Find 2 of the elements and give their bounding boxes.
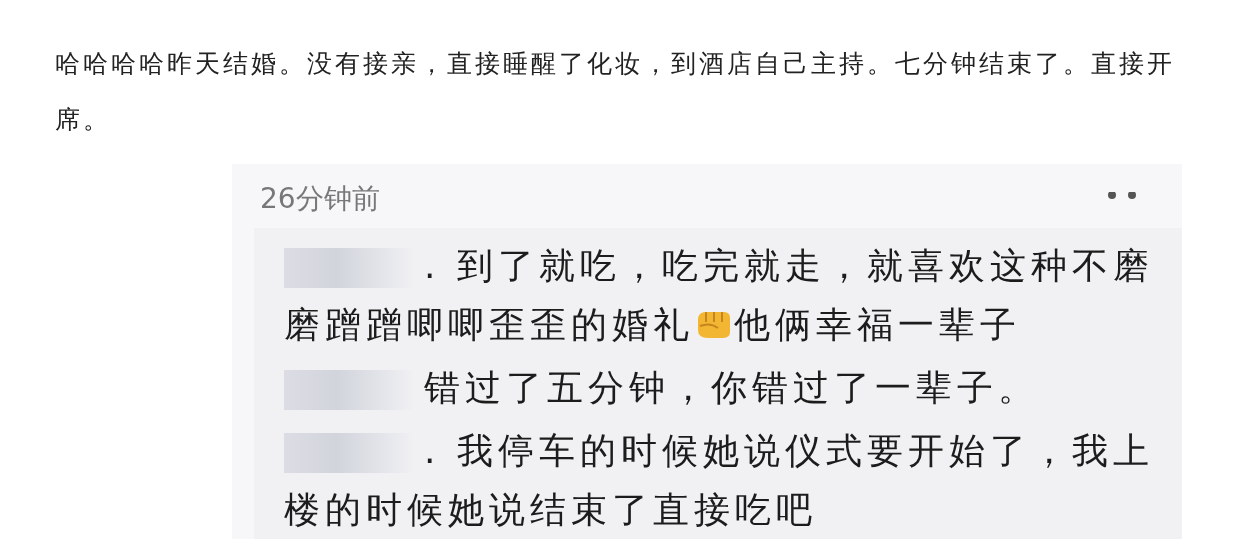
timestamp: 26分钟前 [259, 184, 380, 214]
post-text: 哈哈哈哈昨天结婚。没有接亲，直接睡醒了化妆，到酒店自己主持。七分钟结束了。直接开席。 [54, 48, 1176, 136]
